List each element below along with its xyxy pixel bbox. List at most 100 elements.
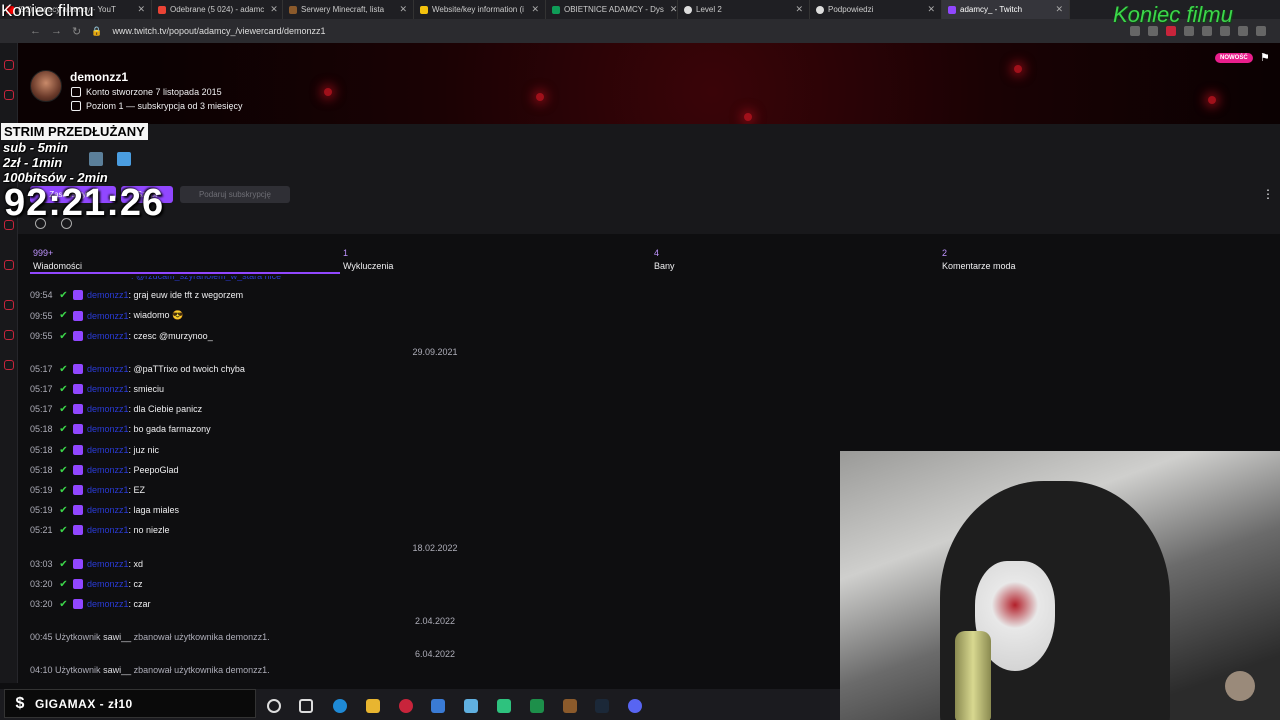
sub-badge-icon: ✔ bbox=[59, 423, 68, 435]
browser-tab-bar: (92) Legacy adamcy - YouT ✕ Odebrane (5 0… bbox=[0, 0, 1280, 19]
speed-icon[interactable] bbox=[4, 60, 14, 70]
sub-badge-icon: ✔ bbox=[59, 383, 68, 395]
folder-icon[interactable] bbox=[366, 699, 380, 713]
chat-username[interactable]: demonzz1 bbox=[87, 424, 129, 434]
tab-timeouts[interactable]: 1 Wykluczenia bbox=[343, 248, 393, 271]
message-time: 05:19 bbox=[30, 505, 53, 515]
sheets-icon bbox=[552, 5, 560, 14]
verified-badge-icon bbox=[73, 599, 83, 609]
message-time: 03:03 bbox=[30, 559, 53, 569]
tab-mod-comments[interactable]: 2 Komentarze moda bbox=[942, 248, 1016, 271]
tab-label: Bany bbox=[654, 261, 675, 271]
chat-username[interactable]: demonzz1 bbox=[87, 290, 129, 300]
chat-username[interactable]: demonzz1 bbox=[87, 579, 129, 589]
edge-icon[interactable] bbox=[333, 699, 347, 713]
chat-text: : czar bbox=[128, 599, 151, 609]
verified-badge-icon bbox=[73, 384, 83, 394]
discord-icon[interactable] bbox=[628, 699, 642, 713]
browser-tab-active[interactable]: adamcy_ - Twitch ✕ bbox=[942, 0, 1070, 19]
donation-alert: $ GIGAMAX - zł10 bbox=[4, 689, 256, 718]
steam-icon[interactable] bbox=[595, 699, 609, 713]
ban-notice: 00:45 Użytkownik sawi__ zbanował użytkow… bbox=[30, 632, 270, 642]
chat-message: 05:18 ✔ demonzz1: bo gada farmazony bbox=[30, 424, 211, 434]
task-view-icon[interactable] bbox=[299, 699, 313, 713]
chat-username[interactable]: demonzz1 bbox=[87, 505, 129, 515]
opera-icon[interactable] bbox=[399, 699, 413, 713]
chat-username[interactable]: demonzz1 bbox=[87, 465, 129, 475]
close-icon[interactable]: ✕ bbox=[525, 4, 539, 15]
chat-username[interactable]: demonzz1 bbox=[87, 599, 129, 609]
chat-username[interactable]: demonzz1 bbox=[87, 525, 129, 535]
avatar[interactable] bbox=[30, 70, 62, 102]
browser-tab[interactable]: Podpowiedzi ✕ bbox=[810, 0, 942, 19]
chat-username[interactable]: demonzz1 bbox=[87, 485, 129, 495]
viewer-username[interactable]: demonzz1 bbox=[70, 70, 128, 84]
chat-username[interactable]: demonzz1 bbox=[87, 311, 129, 321]
moderator-name[interactable]: sawi__ bbox=[103, 632, 131, 642]
lock-icon[interactable]: 🔒 bbox=[91, 26, 102, 37]
flag-icon[interactable]: ⚑ bbox=[1260, 51, 1270, 64]
tab-count: 4 bbox=[654, 248, 660, 258]
minecraft-icon[interactable] bbox=[563, 699, 577, 713]
banner-glow bbox=[536, 93, 544, 101]
excel-icon[interactable] bbox=[530, 699, 544, 713]
chat-username[interactable]: demonzz1 bbox=[87, 364, 129, 374]
tab-count: 1 bbox=[343, 248, 349, 258]
youtube-icon[interactable] bbox=[4, 260, 14, 270]
sub-badge-icon: ✔ bbox=[59, 524, 68, 536]
chat-username[interactable]: demonzz1 bbox=[87, 445, 129, 455]
chat-username[interactable]: demonzz1 bbox=[87, 404, 129, 414]
clock-icon[interactable] bbox=[4, 300, 14, 310]
close-icon[interactable]: ✕ bbox=[393, 4, 407, 15]
action-bar bbox=[18, 124, 1280, 234]
url-field[interactable]: www.twitch.tv/popout/adamcy_/viewercard/… bbox=[112, 26, 325, 36]
chat-message: 03:20 ✔ demonzz1: cz bbox=[30, 579, 143, 589]
chat-message: 05:18 ✔ demonzz1: juz nic bbox=[30, 445, 159, 455]
browser-tab[interactable]: Serwery Minecraft, lista ✕ bbox=[283, 0, 414, 19]
new-badge: NOWOŚĆ bbox=[1215, 53, 1253, 63]
browser-tab[interactable]: OBIETNICE ADAMCY - Dys ✕ bbox=[546, 0, 678, 19]
pickaxe-icon bbox=[289, 5, 297, 14]
close-icon[interactable]: ✕ bbox=[131, 4, 145, 15]
close-icon[interactable]: ✕ bbox=[1049, 4, 1063, 15]
back-icon[interactable]: ← bbox=[30, 25, 41, 37]
chat-username[interactable]: demonzz1 bbox=[87, 331, 129, 341]
gift-icon[interactable] bbox=[4, 90, 14, 100]
download-icon[interactable] bbox=[1238, 26, 1248, 36]
close-icon[interactable]: ✕ bbox=[789, 4, 803, 15]
banner-glow bbox=[324, 88, 332, 96]
reload-icon[interactable]: ↻ bbox=[72, 25, 81, 38]
dollar-icon: $ bbox=[15, 694, 25, 712]
app-icon[interactable] bbox=[497, 699, 511, 713]
browser-tab[interactable]: Website/key information (i ✕ bbox=[414, 0, 546, 19]
search-icon[interactable] bbox=[267, 699, 281, 713]
gear-icon[interactable] bbox=[4, 360, 14, 370]
gift-sub-button[interactable]: Podaruj subskrypcję bbox=[180, 186, 290, 203]
settings-icon[interactable] bbox=[4, 330, 14, 340]
message-time: 03:20 bbox=[30, 579, 53, 589]
close-icon[interactable]: ✕ bbox=[264, 4, 278, 15]
app-icon[interactable] bbox=[464, 699, 478, 713]
chat-text: : juz nic bbox=[128, 445, 160, 455]
sub-badge-icon: ✔ bbox=[59, 289, 68, 301]
notice-text: zbanował użytkownika demonzz1. bbox=[131, 632, 270, 642]
tab-bans[interactable]: 4 Bany bbox=[654, 248, 675, 271]
moderator-name[interactable]: sawi__ bbox=[103, 665, 131, 675]
chat-username[interactable]: demonzz1 bbox=[87, 384, 129, 394]
forward-icon[interactable]: → bbox=[51, 25, 62, 37]
chat-username[interactable]: demonzz1 bbox=[87, 559, 129, 569]
app-icon[interactable] bbox=[431, 699, 445, 713]
menu-icon[interactable] bbox=[1256, 26, 1266, 36]
banner-glow bbox=[1208, 96, 1216, 104]
tab-messages[interactable]: 999+ Wiadomości bbox=[33, 248, 82, 271]
message-time: 09:55 bbox=[30, 310, 53, 321]
browser-tab[interactable]: Level 2 ✕ bbox=[678, 0, 810, 19]
close-icon[interactable]: ✕ bbox=[664, 4, 677, 15]
message-time: 09:54 bbox=[30, 290, 53, 300]
date-separator: 18.02.2022 bbox=[412, 543, 458, 553]
twitch-icon bbox=[948, 5, 956, 14]
more-options-icon[interactable]: ⋮ bbox=[1262, 187, 1274, 201]
globe-icon bbox=[684, 5, 692, 14]
close-icon[interactable]: ✕ bbox=[921, 4, 935, 15]
browser-tab[interactable]: Odebrane (5 024) - adamc ✕ bbox=[152, 0, 283, 19]
